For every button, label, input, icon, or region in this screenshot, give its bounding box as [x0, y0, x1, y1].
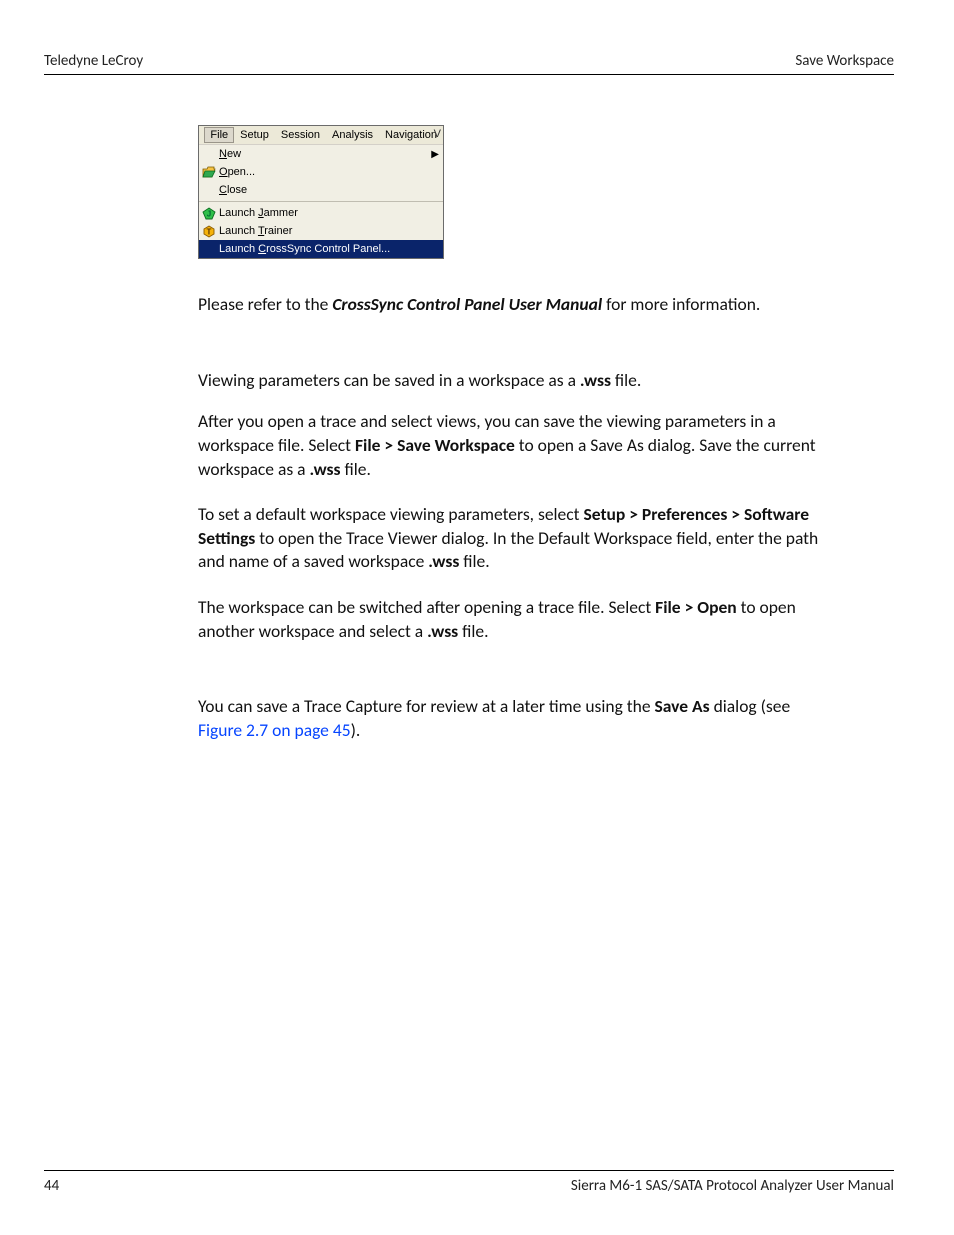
paragraph: Viewing parameters can be saved in a wor… — [198, 369, 838, 393]
menu-item-open[interactable]: Open... — [199, 163, 443, 181]
menu-item-label: Launch Trainer — [219, 225, 437, 237]
menu-item-label: Launch Jammer — [219, 207, 437, 219]
open-folder-icon — [199, 166, 219, 178]
footer-title: Sierra M6-1 SAS/SATA Protocol Analyzer U… — [571, 1177, 894, 1195]
menu-item-label: Open... — [219, 166, 437, 178]
menu-item-launch-jammer[interactable]: J Launch Jammer — [199, 204, 443, 222]
menu-file[interactable]: File — [204, 127, 234, 143]
app-screenshot: File Setup Session Analysis Navigation V… — [198, 125, 444, 259]
page-number: 44 — [44, 1177, 59, 1195]
menu-item-close[interactable]: Close — [199, 181, 443, 199]
menu-item-new[interactable]: New ▶ — [199, 145, 443, 163]
menu-item-label: Launch CrossSync Control Panel... — [219, 243, 437, 255]
menubar: File Setup Session Analysis Navigation V — [199, 126, 443, 145]
header-right: Save Workspace — [795, 52, 894, 70]
menu-clipped-indicator: V — [434, 128, 441, 140]
file-dropdown: New ▶ Open... Close — [199, 145, 443, 258]
paragraph: Please refer to the CrossSync Control Pa… — [198, 293, 838, 317]
menu-session[interactable]: Session — [275, 127, 326, 143]
jammer-icon: J — [199, 207, 219, 220]
menu-analysis[interactable]: Analysis — [326, 127, 379, 143]
paragraph: To set a default workspace viewing param… — [198, 503, 838, 574]
header-left: Teledyne LeCroy — [44, 52, 143, 70]
menu-separator — [199, 201, 443, 202]
content: Please refer to the CrossSync Control Pa… — [198, 293, 838, 743]
footer-rule — [44, 1170, 894, 1171]
svg-text:T: T — [207, 227, 212, 236]
paragraph: The workspace can be switched after open… — [198, 596, 838, 643]
paragraph: You can save a Trace Capture for review … — [198, 695, 838, 742]
svg-text:J: J — [207, 209, 211, 218]
paragraph: After you open a trace and select views,… — [198, 410, 838, 481]
menu-item-label: New — [219, 148, 437, 160]
menu-setup[interactable]: Setup — [234, 127, 275, 143]
trainer-icon: T — [199, 225, 219, 238]
header-rule — [44, 74, 894, 75]
menu-item-launch-trainer[interactable]: T Launch Trainer — [199, 222, 443, 240]
menu-item-label: Close — [219, 184, 437, 196]
submenu-arrow-icon: ▶ — [431, 149, 439, 160]
menu-item-launch-crosssync[interactable]: Launch CrossSync Control Panel... — [199, 240, 443, 258]
figure-link[interactable]: Figure 2.7 on page 45 — [198, 719, 351, 741]
